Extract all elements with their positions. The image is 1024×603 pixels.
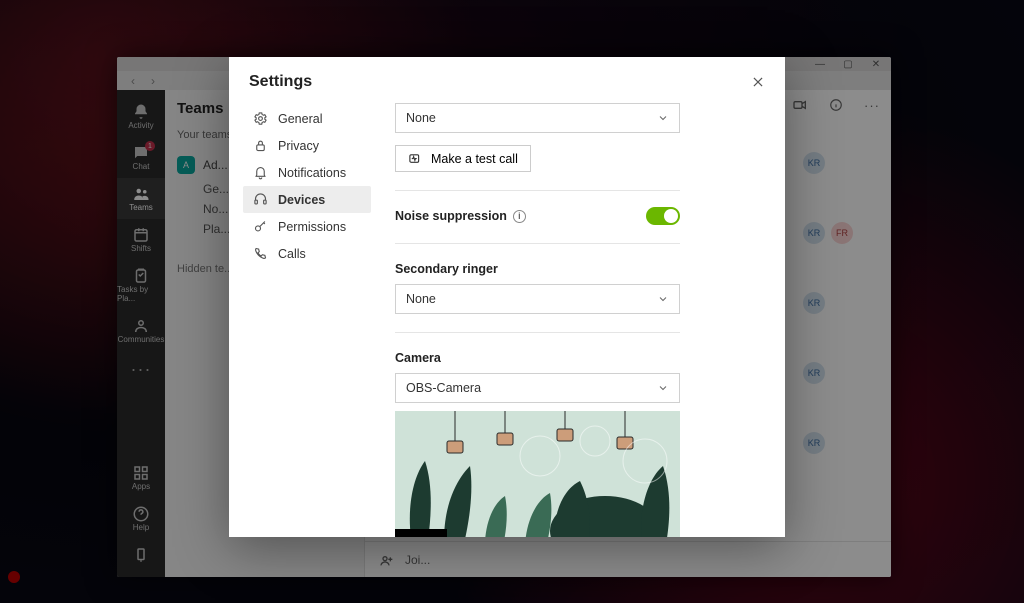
noise-suppression-toggle[interactable] [646,207,680,225]
settings-header: Settings [229,57,785,101]
settings-nav-general[interactable]: General [243,105,371,132]
settings-content: None Make a test call Noise suppression … [377,101,785,537]
lock-icon [253,138,268,153]
divider [395,332,680,333]
bell-outline-icon [253,165,268,180]
preview-black-box [395,529,447,537]
camera-label: Camera [395,351,767,365]
phone-icon [253,246,268,261]
settings-dialog: Settings General Privacy Notifications D… [229,57,785,537]
secondary-ringer-value: None [406,292,436,306]
nav-privacy-label: Privacy [278,139,319,153]
secondary-ringer-select[interactable]: None [395,284,680,314]
key-icon [253,219,268,234]
settings-nav-permissions[interactable]: Permissions [243,213,371,240]
nav-devices-label: Devices [278,193,325,207]
chevron-down-icon [657,112,669,124]
divider [395,243,680,244]
settings-nav-privacy[interactable]: Privacy [243,132,371,159]
gear-icon [253,111,268,126]
divider [395,190,680,191]
camera-preview: Preview [395,411,680,537]
secondary-ringer-label: Secondary ringer [395,262,767,276]
speaker-value: None [406,111,436,125]
settings-nav-devices[interactable]: Devices [243,186,371,213]
preview-image [395,411,680,537]
chevron-down-icon [657,293,669,305]
camera-value: OBS-Camera [406,381,481,395]
settings-title: Settings [249,73,312,91]
noise-suppression-label: Noise suppression i [395,209,526,223]
speaker-select[interactable]: None [395,103,680,133]
nav-general-label: General [278,112,322,126]
camera-select[interactable]: OBS-Camera [395,373,680,403]
headset-icon [253,192,268,207]
settings-nav-notifications[interactable]: Notifications [243,159,371,186]
test-call-label: Make a test call [431,152,518,166]
settings-nav-calls[interactable]: Calls [243,240,371,267]
nav-notifications-label: Notifications [278,166,346,180]
close-icon [751,75,765,89]
chevron-down-icon [657,382,669,394]
nav-permissions-label: Permissions [278,220,346,234]
make-test-call-button[interactable]: Make a test call [395,145,531,172]
info-icon[interactable]: i [513,210,526,223]
close-settings-button[interactable] [751,75,765,89]
nav-calls-label: Calls [278,247,306,261]
settings-nav: General Privacy Notifications Devices Pe… [229,101,377,537]
waveform-icon [408,151,423,166]
